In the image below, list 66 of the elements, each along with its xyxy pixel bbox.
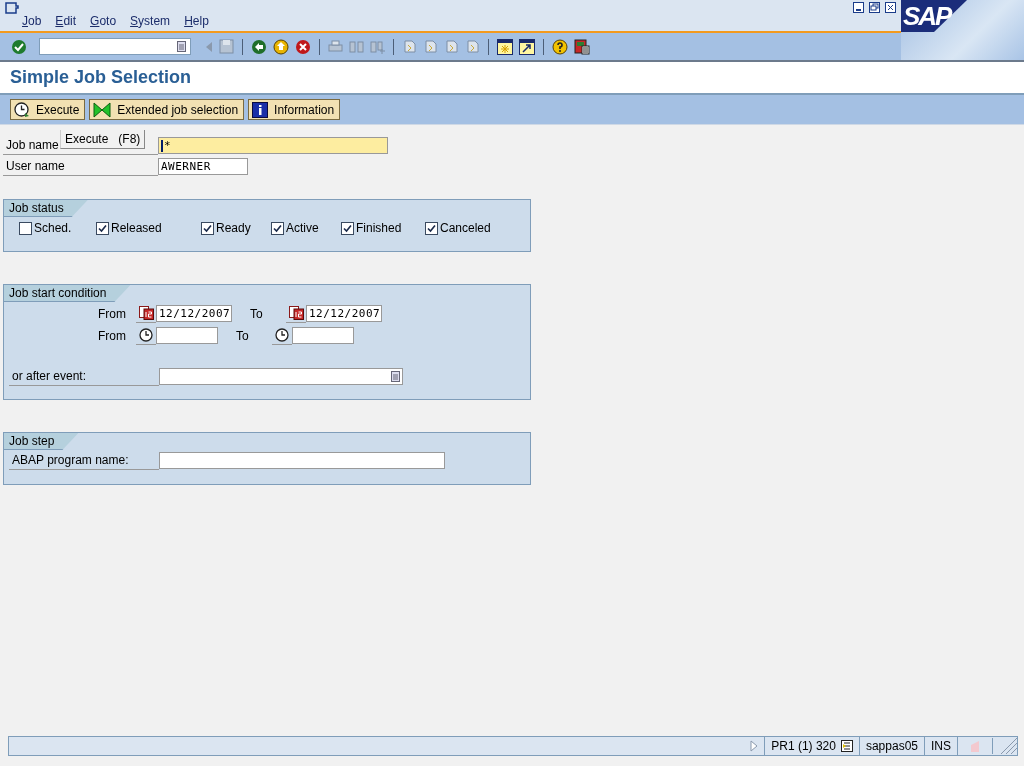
logo: SAP	[901, 0, 1024, 60]
toolbar-button[interactable]: Execute	[10, 99, 86, 120]
menu-item[interactable]: Help	[184, 14, 209, 28]
checkbox[interactable]	[425, 221, 438, 235]
field-label: To	[235, 328, 250, 343]
shortcut-icon[interactable]	[519, 38, 535, 55]
group-title: Job status	[4, 200, 88, 217]
toolbar-button[interactable]: Extended job selection	[89, 99, 245, 120]
field-label: ABAP program name:	[9, 451, 159, 470]
checkbox[interactable]	[96, 221, 109, 235]
info-icon	[252, 101, 269, 118]
input-field[interactable]	[159, 368, 403, 385]
system-menu-icon[interactable]	[5, 2, 19, 14]
checkbox[interactable]	[19, 221, 32, 235]
tooltip: Execute (F8)	[60, 130, 146, 149]
new-window-icon[interactable]	[497, 38, 513, 55]
menu-item[interactable]: System	[130, 14, 171, 28]
bowtie-icon	[93, 101, 112, 118]
restore-icon[interactable]	[869, 2, 880, 13]
status-field: sappas05	[858, 737, 924, 755]
close-icon[interactable]	[885, 2, 896, 13]
resize-grip-icon[interactable]	[992, 738, 1017, 754]
calendar-icon[interactable]	[288, 306, 304, 320]
enter-icon[interactable]	[11, 38, 27, 55]
field-label: From	[97, 306, 127, 321]
clock-icon[interactable]	[139, 328, 153, 342]
input-field[interactable]: AWERNER	[158, 158, 248, 175]
triangle-right-icon[interactable]	[750, 740, 759, 752]
checkbox-label[interactable]: Ready	[216, 221, 251, 235]
input-field[interactable]	[156, 327, 218, 344]
checkbox-label[interactable]: Canceled	[440, 221, 491, 235]
input-field[interactable]	[159, 452, 445, 469]
menu-item[interactable]: Edit	[55, 14, 77, 28]
command-field[interactable]	[39, 38, 191, 55]
calendar-icon[interactable]	[138, 306, 154, 320]
screen-title: Simple Job Selection	[10, 67, 192, 88]
field-label: To	[249, 306, 264, 321]
checkbox[interactable]	[271, 221, 284, 235]
back-icon[interactable]	[251, 38, 267, 55]
input-field[interactable]: *	[158, 137, 388, 154]
toolbar-button[interactable]: Information	[248, 99, 341, 120]
group-title: Job step	[4, 433, 79, 450]
help-icon[interactable]	[552, 38, 568, 55]
input-field[interactable]: 12/12/2007	[156, 305, 232, 322]
checkbox[interactable]	[201, 221, 214, 235]
checkbox[interactable]	[341, 221, 354, 235]
layout-icon[interactable]	[574, 38, 590, 55]
checkbox-label[interactable]: Sched.	[34, 221, 72, 235]
field-label: or after event:	[9, 367, 159, 386]
checkbox-label[interactable]: Released	[111, 221, 162, 235]
clock-icon	[14, 101, 30, 118]
status-field: PR1 (1) 320	[764, 737, 859, 755]
clock-icon[interactable]	[275, 328, 289, 342]
list-icon[interactable]	[840, 740, 853, 752]
checkbox-label[interactable]: Finished	[356, 221, 402, 235]
minimize-icon[interactable]	[853, 2, 864, 13]
cancel-icon[interactable]	[295, 38, 311, 55]
input-field[interactable]	[292, 327, 354, 344]
group-title: Job start condition	[4, 285, 131, 302]
field-label: From	[97, 328, 127, 343]
status-field: INS	[924, 737, 957, 755]
menu-item[interactable]: Job	[22, 14, 42, 28]
field-label: User name	[3, 157, 158, 176]
checkbox-label[interactable]: Active	[286, 221, 319, 235]
menu-item[interactable]: Goto	[90, 14, 117, 28]
input-field[interactable]: 12/12/2007	[306, 305, 382, 322]
